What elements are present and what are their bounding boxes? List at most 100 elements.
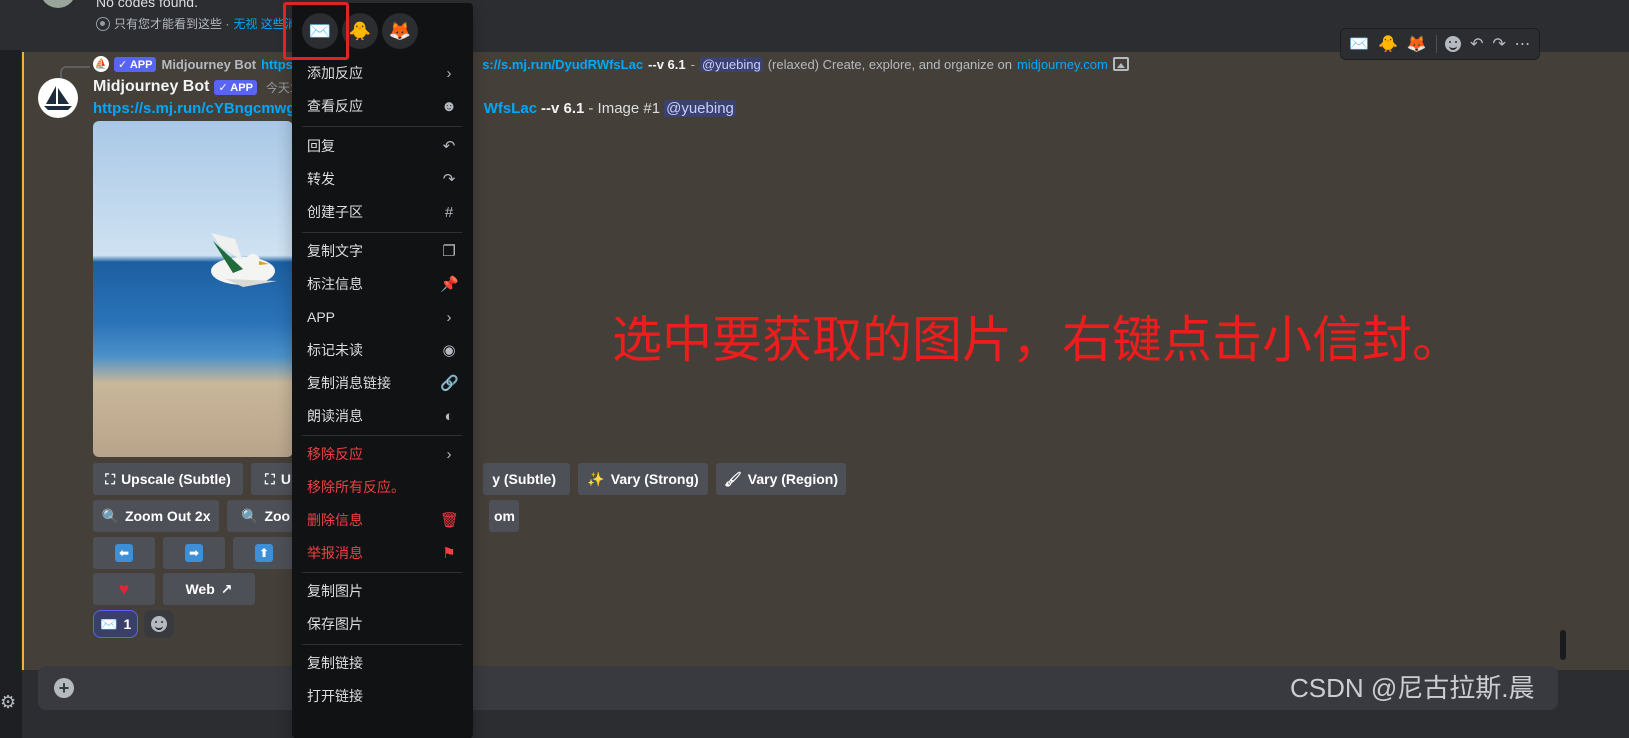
quick-reactions: ✉️ 🐥 🦊 xyxy=(302,13,418,49)
reaction-count: 1 xyxy=(123,616,132,632)
envelope-reaction[interactable]: ✉️ 1 xyxy=(93,610,139,638)
magnifier-icon: 🔍 xyxy=(241,507,259,524)
envelope-icon: ✉️ xyxy=(100,615,118,632)
reply-icon[interactable]: ↶ xyxy=(1470,34,1483,54)
menu-item-label: 保存图片 xyxy=(307,616,363,632)
menu-delete-message[interactable]: 删除信息 🗑 xyxy=(300,505,465,535)
custom-zoom-button[interactable]: om xyxy=(489,500,519,532)
menu-pin-message[interactable]: 标注信息 📌 xyxy=(300,269,465,299)
reply-tail: (relaxed) Create, explore, and organize … xyxy=(767,56,1012,72)
menu-speak-message[interactable]: 朗读消息 ◐ xyxy=(300,401,465,431)
vary-strong-button[interactable]: ✨ Vary (Strong) xyxy=(578,463,708,495)
menu-open-link[interactable]: 打开链接 xyxy=(300,681,465,711)
watermark: CSDN @尼古拉斯.晨 xyxy=(1290,673,1535,703)
generated-image[interactable] xyxy=(93,121,293,457)
expand-icon: ⛶ xyxy=(105,470,116,487)
forward-icon: ↷ xyxy=(442,171,456,188)
reply-sep: - xyxy=(690,56,695,72)
menu-save-image[interactable]: 保存图片 xyxy=(300,609,465,639)
reply-author[interactable]: Midjourney Bot xyxy=(161,57,256,72)
content-image-label: - Image #1 xyxy=(588,100,661,117)
add-reaction-icon[interactable] xyxy=(1445,36,1462,52)
pan-left-button[interactable]: ⬅ xyxy=(93,537,155,569)
smiley-icon xyxy=(151,616,167,632)
reply-version: --v 6.1 xyxy=(648,56,686,72)
chick-icon[interactable]: 🐥 xyxy=(1378,34,1398,54)
button-label: Zoom Out 2x xyxy=(124,508,211,524)
server-sidebar-edge xyxy=(0,0,22,738)
upscale-subtle-button[interactable]: ⛶ Upscale (Subtle) xyxy=(93,463,243,495)
arrow-up-icon: ⬆ xyxy=(255,544,273,562)
reply-preview[interactable]: ⛵ ✓ APP Midjourney Bot https: s://s.mj.r… xyxy=(93,55,1129,73)
pan-up-button[interactable]: ⬆ xyxy=(233,537,295,569)
zoom-out-15x-button[interactable]: 🔍 Zoo xyxy=(227,500,293,532)
external-link-icon: ↗ xyxy=(220,580,233,597)
menu-report-message[interactable]: 举报消息 ⚑ xyxy=(300,538,465,568)
menu-add-reaction[interactable]: 添加反应 › xyxy=(300,58,465,88)
chick-icon: 🐥 xyxy=(348,20,372,41)
message-header: Midjourney Bot ✓ APP 今天15:4 xyxy=(93,78,313,96)
bot-avatar[interactable] xyxy=(38,78,78,118)
previous-message-text: No codes found. xyxy=(96,0,198,10)
favorite-button[interactable]: ♥ xyxy=(93,573,155,605)
reply-connector xyxy=(60,66,90,78)
site-link[interactable]: midjourney.com xyxy=(1017,57,1108,72)
menu-item-label: 复制文字 xyxy=(307,243,363,259)
menu-divider xyxy=(302,435,462,436)
menu-item-label: 复制消息链接 xyxy=(307,375,391,391)
reply-icon: ↶ xyxy=(442,138,456,155)
reply-link-end[interactable]: s://s.mj.run/DyudRWfsLac xyxy=(482,57,643,72)
copy-icon: ❐ xyxy=(442,243,456,260)
toolbar-divider xyxy=(1435,35,1437,53)
action-row-3: ⬅ ➡ ⬆ xyxy=(93,537,295,569)
button-label: Upscale (Subtle) xyxy=(121,471,231,487)
sailboat-icon xyxy=(44,86,72,110)
menu-mark-unread[interactable]: 标记未读 ◉ xyxy=(300,335,465,365)
menu-apps[interactable]: APP › xyxy=(300,302,465,332)
plus-icon[interactable]: + xyxy=(54,678,74,698)
vary-subtle-button[interactable]: y (Subtle) xyxy=(483,463,570,495)
menu-copy-text[interactable]: 复制文字 ❐ xyxy=(300,236,465,266)
menu-item-label: 复制图片 xyxy=(307,583,363,599)
scrollbar[interactable] xyxy=(1560,630,1566,660)
content-mention[interactable]: @yuebing xyxy=(664,100,736,117)
reply-mention[interactable]: @yuebing xyxy=(699,56,763,72)
menu-remove-reaction[interactable]: 移除反应 › xyxy=(300,439,465,469)
add-reaction-button[interactable] xyxy=(144,610,174,638)
message-hover-toolbar: ✉️ 🐥 🦊 ↶ ↷ ⋯ xyxy=(1340,28,1540,60)
menu-reply[interactable]: 回复 ↶ xyxy=(300,131,465,161)
envelope-icon[interactable]: ✉️ xyxy=(1349,34,1369,54)
fox-reaction-option[interactable]: 🦊 xyxy=(382,13,418,49)
vary-region-button[interactable]: 🖌 Vary (Region) xyxy=(716,463,846,495)
envelope-reaction-option[interactable]: ✉️ xyxy=(302,13,338,49)
fox-icon[interactable]: 🦊 xyxy=(1407,34,1427,54)
content-link-start[interactable]: https://s.mj.run/cYBngcmwgl xyxy=(93,100,300,117)
menu-divider xyxy=(302,644,462,645)
pan-right-button[interactable]: ➡ xyxy=(163,537,225,569)
menu-item-label: 举报消息 xyxy=(307,545,363,561)
menu-forward[interactable]: 转发 ↷ xyxy=(300,164,465,194)
username[interactable]: Midjourney Bot xyxy=(93,78,209,96)
more-icon[interactable]: ⋯ xyxy=(1515,34,1531,54)
forward-icon[interactable]: ↷ xyxy=(1492,34,1505,54)
paintbrush-icon: 🖌 xyxy=(723,470,742,487)
content-link-end[interactable]: WfsLac xyxy=(484,100,537,117)
menu-item-label: 转发 xyxy=(307,171,335,187)
chevron-right-icon: › xyxy=(446,308,452,326)
web-button[interactable]: Web ↗ xyxy=(163,573,255,605)
menu-item-label: 朗读消息 xyxy=(307,408,363,424)
menu-copy-image[interactable]: 复制图片 xyxy=(300,576,465,606)
menu-view-reactions[interactable]: 查看反应 ☻ xyxy=(300,91,465,121)
menu-copy-link[interactable]: 复制链接 xyxy=(300,648,465,678)
envelope-icon: ✉️ xyxy=(308,20,332,41)
menu-remove-all-reactions[interactable]: 移除所有反应。 xyxy=(300,472,465,502)
arrow-left-icon: ⬅ xyxy=(115,544,133,562)
gear-icon[interactable]: ⚙ xyxy=(0,692,16,713)
avatar[interactable] xyxy=(40,0,76,8)
menu-create-thread[interactable]: 创建子区 # xyxy=(300,197,465,227)
app-tag: ✓ APP xyxy=(114,56,157,72)
chick-reaction-option[interactable]: 🐥 xyxy=(342,13,378,49)
menu-copy-message-link[interactable]: 复制消息链接 🔗 xyxy=(300,368,465,398)
zoom-out-2x-button[interactable]: 🔍 Zoom Out 2x xyxy=(93,500,219,532)
button-label: U xyxy=(280,471,291,487)
